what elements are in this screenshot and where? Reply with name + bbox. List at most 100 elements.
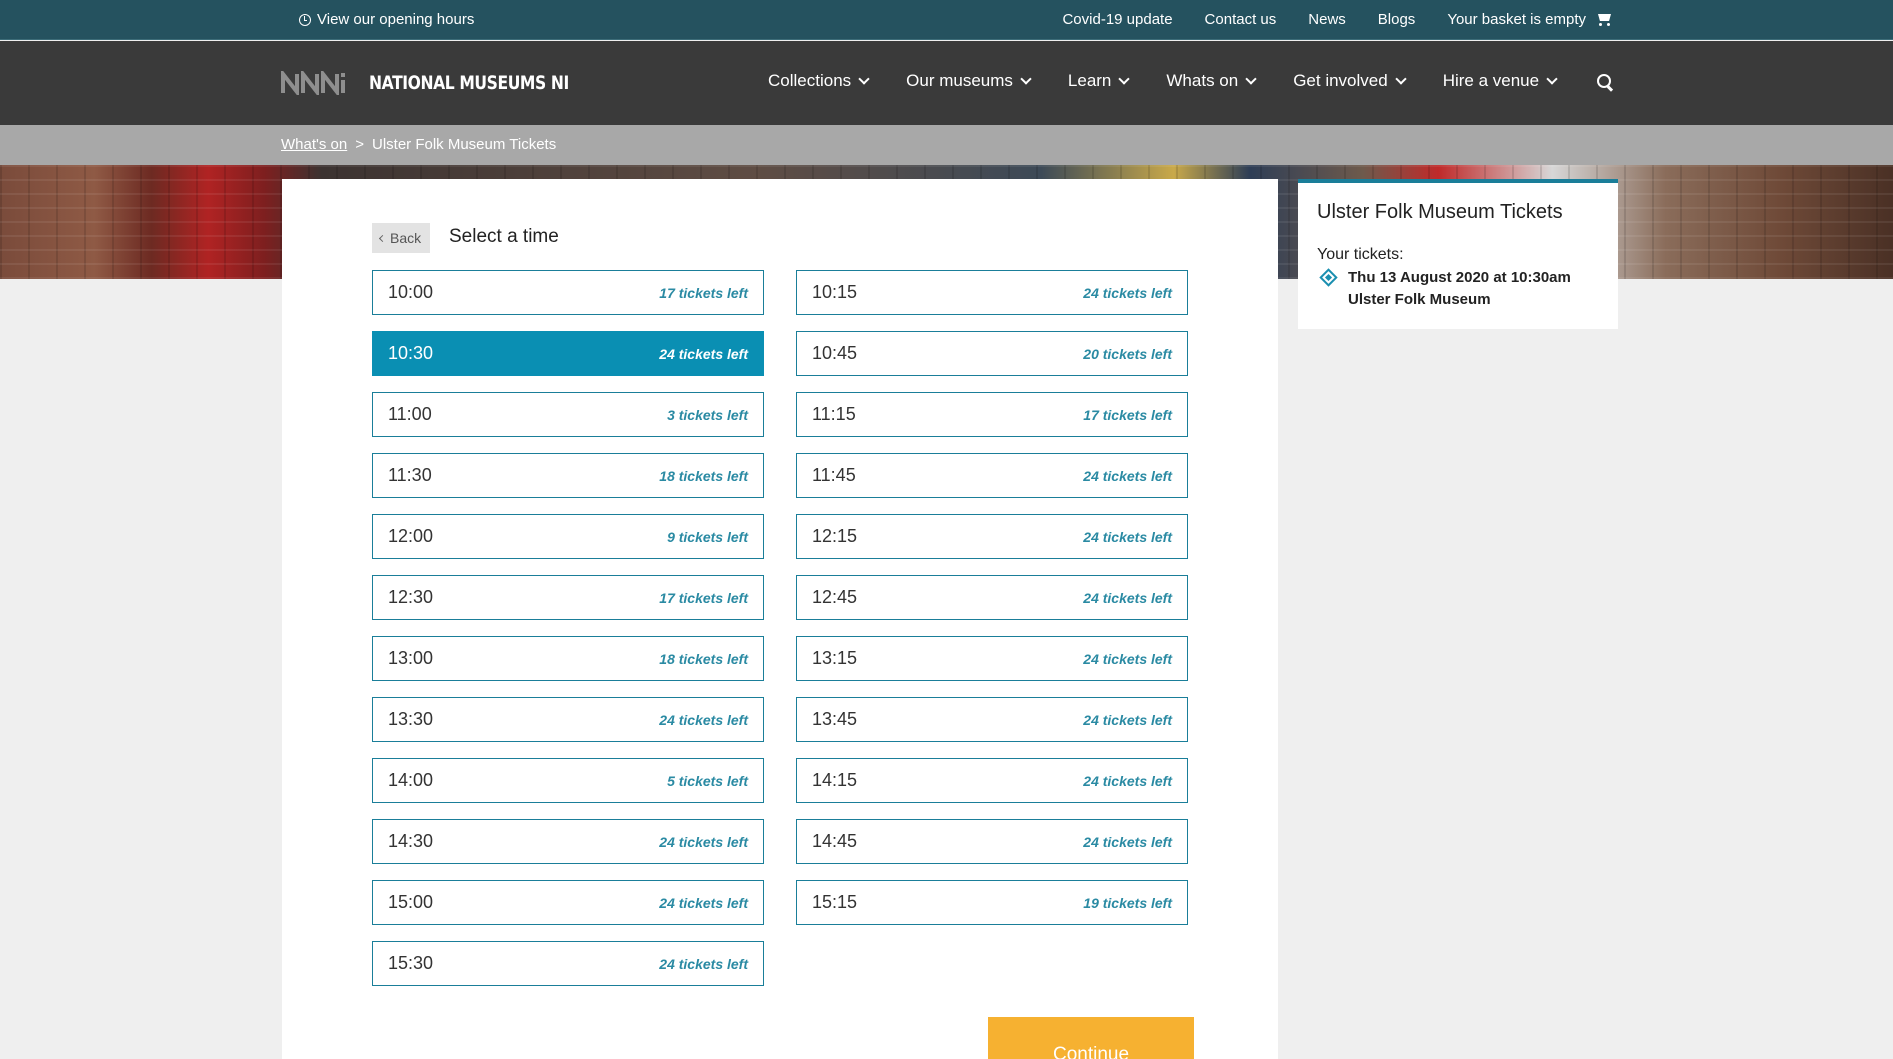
nav-our-museums[interactable]: Our museums <box>906 71 1032 91</box>
site-logo[interactable]: NATIONAL MUSEUMS NI <box>281 71 613 95</box>
slot-availability: 24 tickets left <box>1083 284 1172 301</box>
slot-availability: 17 tickets left <box>659 284 748 301</box>
slot-availability: 18 tickets left <box>659 650 748 667</box>
slot-availability: 24 tickets left <box>659 345 748 362</box>
slot-time: 13:45 <box>812 709 858 729</box>
breadcrumb-separator: > <box>355 136 364 153</box>
slot-time: 14:45 <box>812 831 858 851</box>
basket-label: Your basket is empty <box>1447 11 1586 28</box>
slot-time: 14:00 <box>388 770 434 790</box>
time-slot-1245[interactable]: 12:45 24 tickets left <box>796 575 1188 620</box>
slot-time: 10:15 <box>812 282 858 302</box>
slot-time: 14:30 <box>388 831 434 851</box>
continue-button[interactable]: Continue <box>988 1017 1194 1059</box>
slot-time: 10:00 <box>388 282 434 302</box>
nav-whats-on[interactable]: Whats on <box>1166 71 1257 91</box>
nav-label: Hire a venue <box>1442 71 1540 90</box>
nav-hire-a-venue[interactable]: Hire a venue <box>1442 71 1558 91</box>
time-slot-1230[interactable]: 12:30 17 tickets left <box>372 575 764 620</box>
time-slot-1300[interactable]: 13:00 18 tickets left <box>372 636 764 681</box>
chevron-left-icon <box>378 234 387 242</box>
chevron-down-icon <box>858 73 870 85</box>
opening-hours-link[interactable]: View our opening hours <box>299 11 474 28</box>
time-slot-1445[interactable]: 14:45 24 tickets left <box>796 819 1188 864</box>
slot-time: 11:00 <box>388 404 432 424</box>
time-slot-1100[interactable]: 11:00 3 tickets left <box>372 392 764 437</box>
time-slot-1345[interactable]: 13:45 24 tickets left <box>796 697 1188 742</box>
clock-icon <box>299 13 311 26</box>
slot-time: 12:45 <box>812 587 858 607</box>
time-slot-1400[interactable]: 14:00 5 tickets left <box>372 758 764 803</box>
blogs-link[interactable]: Blogs <box>1378 11 1416 28</box>
slot-availability: 3 tickets left <box>667 406 748 423</box>
back-label: Back <box>390 230 422 246</box>
time-slot-1215[interactable]: 12:15 24 tickets left <box>796 514 1188 559</box>
time-slot-1130[interactable]: 11:30 18 tickets left <box>372 453 764 498</box>
nav-label: Get involved <box>1293 71 1388 90</box>
time-slot-1415[interactable]: 14:15 24 tickets left <box>796 758 1188 803</box>
slot-availability: 18 tickets left <box>659 467 748 484</box>
search-icon[interactable] <box>1597 74 1614 91</box>
slot-availability: 24 tickets left <box>659 833 748 850</box>
time-slot-1045[interactable]: 10:45 20 tickets left <box>796 331 1188 376</box>
covid-update-link[interactable]: Covid-19 update <box>1062 11 1172 28</box>
chevron-down-icon <box>1395 73 1407 85</box>
slot-availability: 24 tickets left <box>1083 467 1172 484</box>
time-slot-1315[interactable]: 13:15 24 tickets left <box>796 636 1188 681</box>
breadcrumb-bar: What's on > Ulster Folk Museum Tickets <box>0 125 1893 165</box>
time-slot-1515[interactable]: 15:15 19 tickets left <box>796 880 1188 925</box>
time-slot-1200[interactable]: 12:00 9 tickets left <box>372 514 764 559</box>
slot-availability: 20 tickets left <box>1083 345 1172 362</box>
utility-links: Covid-19 update Contact us News Blogs Yo… <box>1062 11 1613 28</box>
slot-availability: 24 tickets left <box>659 711 748 728</box>
slot-time: 11:15 <box>812 404 856 424</box>
nav-label: Our museums <box>906 71 1013 90</box>
nav-get-involved[interactable]: Get involved <box>1293 71 1407 91</box>
slot-availability: 17 tickets left <box>659 589 748 606</box>
time-slot-1030[interactable]: 10:30 24 tickets left <box>372 331 764 376</box>
slot-time: 11:30 <box>388 465 432 485</box>
contact-us-link[interactable]: Contact us <box>1205 11 1277 28</box>
breadcrumb-whats-on-link[interactable]: What's on <box>281 136 347 153</box>
time-slot-1500[interactable]: 15:00 24 tickets left <box>372 880 764 925</box>
top-utility-bar: View our opening hours Covid-19 update C… <box>0 0 1893 40</box>
back-button[interactable]: Back <box>372 223 431 253</box>
time-selection-panel: Back Select a time 10:00 17 tickets left 1… <box>282 179 1278 1059</box>
nav-collections[interactable]: Collections <box>768 71 870 91</box>
nav-learn[interactable]: Learn <box>1068 71 1131 91</box>
slot-time: 13:15 <box>812 648 858 668</box>
time-slot-1530[interactable]: 15:30 24 tickets left <box>372 941 764 986</box>
main-menu: Collections Our museums Learn Whats on G… <box>768 71 1558 91</box>
breadcrumb: What's on > Ulster Folk Museum Tickets <box>281 136 556 153</box>
breadcrumb-current: Ulster Folk Museum Tickets <box>372 136 557 153</box>
slot-time: 15:15 <box>812 892 858 912</box>
slot-availability: 24 tickets left <box>1083 650 1172 667</box>
slot-availability: 24 tickets left <box>659 955 748 972</box>
time-slot-1000[interactable]: 10:00 17 tickets left <box>372 270 764 315</box>
time-slot-1115[interactable]: 11:15 17 tickets left <box>796 392 1188 437</box>
museums-logo-mark-icon <box>281 71 345 95</box>
time-slot-1145[interactable]: 11:45 24 tickets left <box>796 453 1188 498</box>
slot-time: 12:00 <box>388 526 434 546</box>
slot-time: 15:00 <box>388 892 434 912</box>
slot-availability: 24 tickets left <box>1083 772 1172 789</box>
time-slot-1330[interactable]: 13:30 24 tickets left <box>372 697 764 742</box>
nav-label: Whats on <box>1166 71 1239 90</box>
basket-link[interactable]: Your basket is empty <box>1447 11 1613 28</box>
slot-availability: 9 tickets left <box>667 528 748 545</box>
logo-text: NATIONAL MUSEUMS NI <box>369 72 569 94</box>
ticket-summary: Ulster Folk Museum Tickets Your tickets:… <box>1298 179 1618 329</box>
slot-availability: 24 tickets left <box>1083 833 1172 850</box>
opening-hours-label: View our opening hours <box>317 11 475 28</box>
ticket-venue: Ulster Folk Museum <box>1348 291 1491 308</box>
time-slot-1430[interactable]: 14:30 24 tickets left <box>372 819 764 864</box>
cart-icon <box>1596 12 1613 27</box>
slot-time: 14:15 <box>812 770 858 790</box>
slot-availability: 24 tickets left <box>1083 711 1172 728</box>
slot-time: 13:00 <box>388 648 434 668</box>
slot-availability: 19 tickets left <box>1083 894 1172 911</box>
slot-time: 10:45 <box>812 343 858 363</box>
news-link[interactable]: News <box>1308 11 1346 28</box>
main-navigation: NATIONAL MUSEUMS NI Collections Our muse… <box>0 41 1893 125</box>
time-slot-1015[interactable]: 10:15 24 tickets left <box>796 270 1188 315</box>
